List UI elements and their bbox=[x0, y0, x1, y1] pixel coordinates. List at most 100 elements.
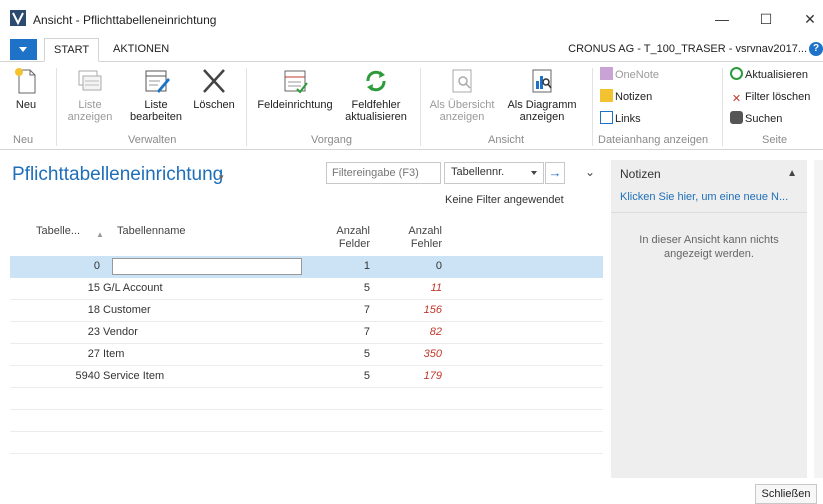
edit-list-label-2: bearbeiten bbox=[130, 111, 182, 123]
delete-button-label: Löschen bbox=[193, 99, 235, 111]
tab-aktionen[interactable]: AKTIONEN bbox=[104, 38, 178, 62]
show-as-overview-button[interactable]: Als Übersicht anzeigen bbox=[424, 67, 500, 123]
onenote-button[interactable]: OneNote bbox=[600, 67, 659, 83]
table-row[interactable]: 18 Customer 7 156 bbox=[10, 300, 603, 322]
expand-filter-icon[interactable]: ⌄ bbox=[585, 165, 595, 179]
close-button[interactable]: Schließen bbox=[755, 484, 817, 504]
chevron-down-icon[interactable] bbox=[531, 171, 537, 175]
cell-error-count: 0 bbox=[435, 260, 442, 272]
cell-table-name: G/L Account bbox=[103, 282, 163, 294]
cell-table-no: 5940 bbox=[75, 370, 100, 382]
page-title: Pflichttabelleneinrichtung bbox=[12, 164, 224, 185]
column-header-table-no[interactable]: Tabelle... bbox=[36, 225, 80, 238]
window-titlebar: Ansicht - Pflichttabelleneinrichtung — ☐… bbox=[0, 0, 823, 38]
cell-error-count: 350 bbox=[423, 348, 442, 360]
new-note-link[interactable]: Klicken Sie hier, um eine neue N... bbox=[620, 191, 788, 203]
company-label: CRONUS AG - T_100_TRASER - vsrvnav2017..… bbox=[568, 43, 807, 55]
window-title: Ansicht - Pflichttabelleneinrichtung bbox=[33, 13, 217, 27]
cell-table-no: 23 bbox=[87, 326, 100, 338]
refresh-button[interactable]: Aktualisieren bbox=[730, 67, 808, 83]
search-button[interactable]: Suchen bbox=[730, 111, 782, 127]
cell-field-count: 5 bbox=[363, 370, 370, 382]
empty-row bbox=[10, 432, 603, 454]
edit-list-icon bbox=[145, 70, 170, 93]
view-list-label-2: anzeigen bbox=[67, 111, 113, 123]
new-button[interactable]: Neu bbox=[10, 67, 42, 111]
table-name-edit-field[interactable] bbox=[112, 258, 302, 275]
notes-empty-message: In dieser Ansicht kann nichts angezeigt … bbox=[639, 234, 779, 260]
empty-row bbox=[10, 388, 603, 410]
onenote-label: OneNote bbox=[615, 69, 660, 81]
cell-table-name: Customer bbox=[103, 304, 151, 316]
show-as-chart-label-2: anzeigen bbox=[519, 111, 565, 123]
filter-field-select[interactable]: Tabellennr. bbox=[444, 162, 544, 184]
file-menu-button[interactable] bbox=[10, 39, 37, 60]
ribbon-separator bbox=[592, 68, 593, 146]
search-button-label: Suchen bbox=[745, 113, 783, 125]
cell-table-no: 18 bbox=[87, 304, 100, 316]
notes-divider bbox=[611, 212, 807, 213]
ribbon-separator bbox=[246, 68, 247, 146]
refresh-button-label: Aktualisieren bbox=[745, 69, 808, 81]
show-as-chart-button[interactable]: Als Diagramm anzeigen bbox=[502, 67, 582, 123]
column-header-field-count[interactable]: Anzahl Felder bbox=[330, 225, 370, 251]
show-as-chart-label-1: Als Diagramm bbox=[507, 99, 577, 111]
cell-table-name: Item bbox=[103, 348, 125, 360]
table-row[interactable]: 23 Vendor 7 82 bbox=[10, 322, 603, 344]
delete-button[interactable]: Löschen bbox=[188, 67, 240, 111]
binoculars-icon bbox=[730, 111, 743, 124]
clear-filter-label: Filter löschen bbox=[745, 91, 811, 103]
cell-error-count: 82 bbox=[429, 326, 442, 338]
new-document-icon bbox=[15, 68, 36, 94]
cell-field-count: 5 bbox=[363, 348, 370, 360]
chart-icon bbox=[532, 69, 552, 93]
cell-table-no: 15 bbox=[87, 282, 100, 294]
cell-error-count: 179 bbox=[423, 370, 442, 382]
maximize-button[interactable]: ☐ bbox=[756, 9, 776, 29]
page-title-dropdown-icon[interactable]: ▾ bbox=[219, 172, 224, 183]
apply-filter-button[interactable]: → bbox=[545, 162, 565, 184]
cell-table-no: 0 bbox=[93, 260, 100, 272]
tab-start[interactable]: START bbox=[44, 38, 100, 62]
group-label-ansicht: Ansicht bbox=[488, 134, 525, 146]
overview-icon bbox=[452, 69, 472, 93]
minimize-button[interactable]: — bbox=[712, 9, 732, 29]
view-list-button[interactable]: Liste anzeigen bbox=[60, 67, 120, 123]
links-button[interactable]: Links bbox=[600, 111, 641, 127]
empty-row bbox=[10, 410, 603, 432]
help-icon[interactable]: ? bbox=[809, 42, 823, 56]
delete-x-icon bbox=[203, 69, 225, 93]
cell-table-name: Vendor bbox=[103, 326, 138, 338]
column-header-error-count[interactable]: Anzahl Fehler bbox=[400, 225, 442, 251]
filter-input[interactable] bbox=[326, 162, 441, 184]
refresh-small-icon bbox=[730, 67, 743, 80]
table-row[interactable]: 0 1 0 bbox=[10, 256, 603, 278]
links-button-label: Links bbox=[615, 113, 641, 125]
edit-list-button[interactable]: Liste bearbeiten bbox=[126, 67, 186, 123]
notes-button[interactable]: Notizen bbox=[600, 89, 652, 105]
new-button-label: Neu bbox=[15, 99, 37, 111]
show-as-overview-label-2: anzeigen bbox=[439, 111, 485, 123]
group-label-verwalten: Verwalten bbox=[128, 134, 177, 146]
table-row[interactable]: 15 G/L Account 5 11 bbox=[10, 278, 603, 300]
onenote-icon bbox=[600, 67, 613, 80]
notes-button-label: Notizen bbox=[615, 91, 653, 103]
sort-ascending-icon: ▲ bbox=[96, 230, 104, 239]
cell-table-no: 27 bbox=[87, 348, 100, 360]
view-list-icon bbox=[78, 70, 102, 91]
notes-factbox: Notizen ▲ Klicken Sie hier, um eine neue… bbox=[611, 160, 807, 478]
notes-icon bbox=[600, 89, 613, 102]
column-header-error-count-1: Anzahl bbox=[408, 225, 442, 237]
ribbon-tabs: START AKTIONEN CRONUS AG - T_100_TRASER … bbox=[0, 38, 823, 62]
cell-field-count: 5 bbox=[363, 282, 370, 294]
table-row[interactable]: 27 Item 5 350 bbox=[10, 344, 603, 366]
update-field-errors-label-2: aktualisieren bbox=[345, 111, 407, 123]
clear-filter-button[interactable]: ✕ Filter löschen bbox=[730, 89, 811, 105]
update-field-errors-button[interactable]: Feldfehler aktualisieren bbox=[338, 67, 414, 123]
column-header-table-name[interactable]: Tabellenname bbox=[117, 225, 186, 238]
collapse-icon[interactable]: ▲ bbox=[787, 168, 797, 179]
scrollbar[interactable] bbox=[814, 160, 823, 478]
table-row[interactable]: 5940 Service Item 5 179 bbox=[10, 366, 603, 388]
field-setup-button[interactable]: Feldeinrichtung bbox=[252, 67, 338, 111]
close-window-button[interactable]: ✕ bbox=[800, 9, 820, 29]
